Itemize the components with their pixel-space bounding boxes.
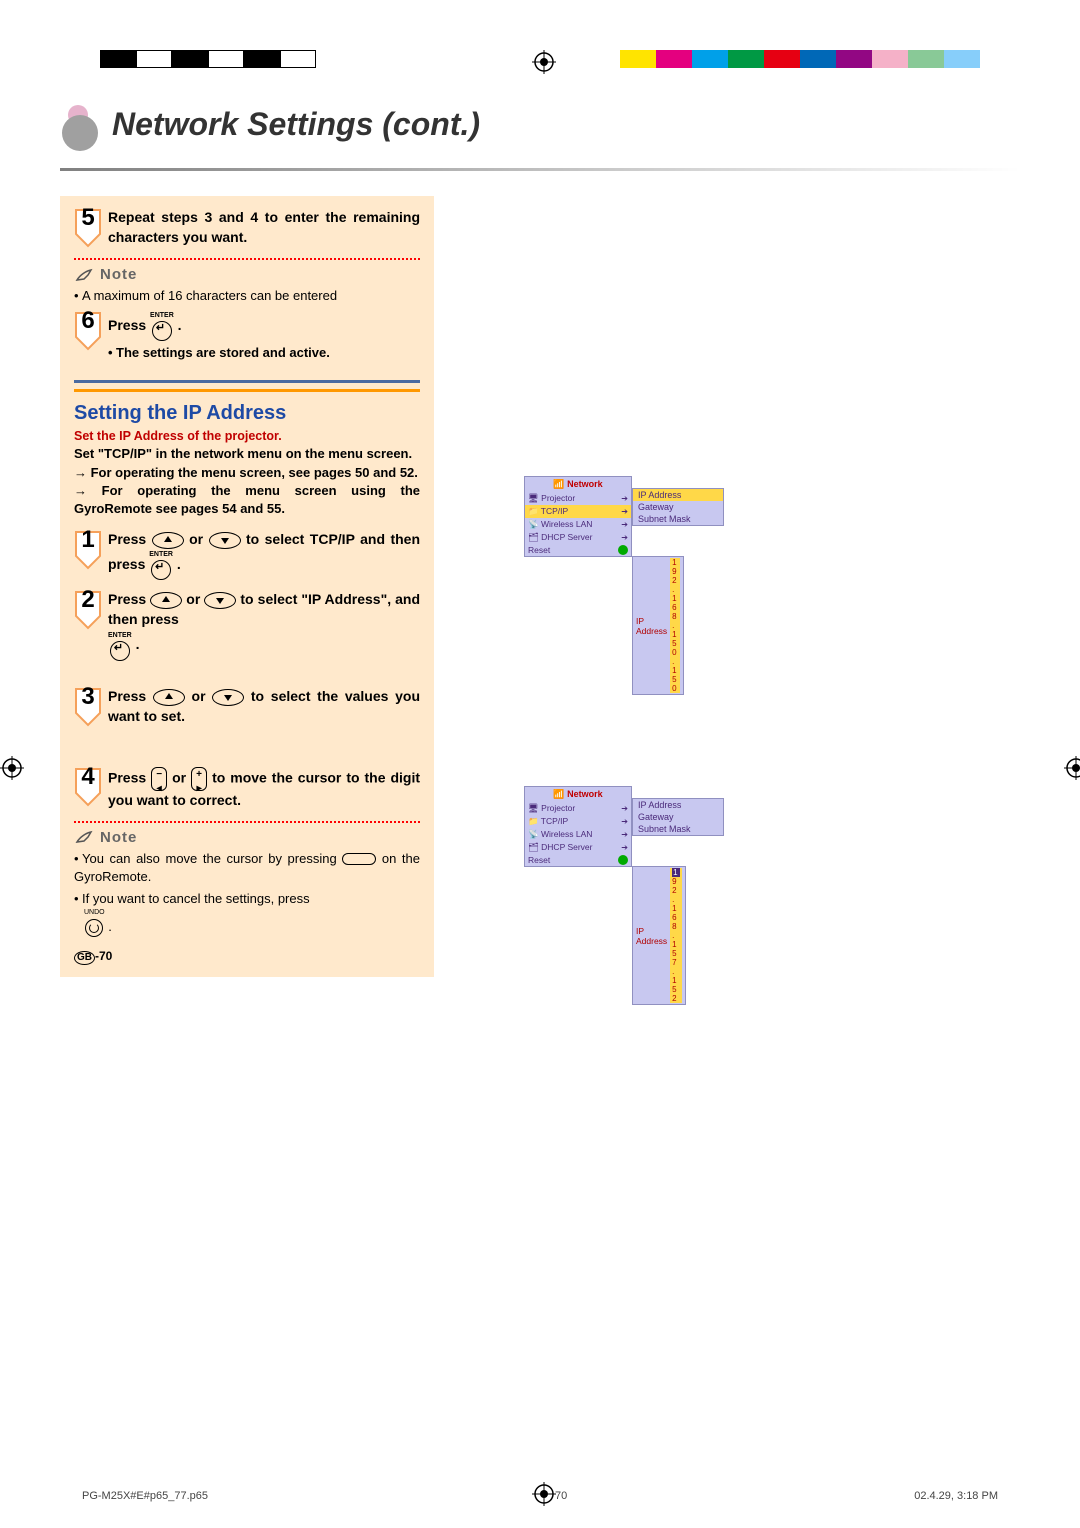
left-arrow-button-icon: −◂ — [151, 767, 167, 791]
footer-file: PG-M25X#E#p65_77.p65 — [82, 1490, 208, 1502]
gyro-volume-button-icon — [342, 853, 376, 865]
step-3-text: Press or to select the values you want t… — [108, 687, 420, 726]
note-4b: •If you want to cancel the settings, pre… — [74, 890, 420, 937]
step-marker-6: 6 — [74, 311, 102, 351]
language-badge: GB — [74, 951, 95, 965]
submenu-ip: IP Address — [633, 489, 723, 501]
section-heading: Setting the IP Address — [74, 402, 420, 425]
page-num-value: -70 — [95, 949, 112, 963]
submenu-gateway: Gateway — [633, 501, 723, 513]
menu-title: 📶 Network — [525, 477, 631, 492]
step-number: 5 — [74, 204, 102, 232]
separator-dots — [74, 258, 420, 260]
step-2-text: Press or to select "IP Address", and the… — [108, 590, 420, 661]
menu-item-projector: 🖥 Projector➔ — [525, 492, 631, 505]
menu-item-dhcp: 🗂 DHCP Server➔ — [525, 841, 631, 854]
step-6-text: Press ENTER . •The settings are stored a… — [108, 311, 330, 366]
submenu-subnet: Subnet Mask — [633, 513, 723, 525]
note-heading: Note — [74, 829, 420, 846]
section-divider-bar — [74, 380, 420, 392]
enter-button-icon — [110, 641, 130, 661]
osd-submenu-1: IP Address Gateway Subnet Mask — [632, 488, 724, 526]
dpad-up-icon — [152, 532, 184, 549]
menu-item-tcpip: 📁 TCP/IP➔ — [525, 815, 631, 828]
step-marker-4: 4 — [74, 767, 102, 807]
submenu-ip: IP Address — [633, 799, 723, 811]
bw-registration-bar — [100, 50, 316, 68]
osd-menu-2: 📶 Network 🖥 Projector➔ 📁 TCP/IP➔ 📡 Wirel… — [524, 786, 632, 867]
menu-item-wlan: 📡 Wireless LAN➔ — [525, 828, 631, 841]
page-title: Network Settings (cont.) — [112, 106, 480, 143]
step-marker-2: 2 — [74, 590, 102, 630]
step-6-press: Press — [108, 317, 150, 333]
undo-button-icon — [85, 919, 103, 937]
note-icon — [74, 267, 94, 283]
dpad-down-icon — [212, 689, 244, 706]
step-marker-1: 1 — [74, 530, 102, 570]
section-subheading: Set the IP Address of the projector. — [74, 429, 420, 443]
menu-item-tcpip: 📁 TCP/IP➔ — [525, 505, 631, 518]
title-ornament — [60, 100, 102, 148]
osd-menu-1: 📶 Network 🖥 Projector➔ 📁 TCP/IP➔ 📡 Wirel… — [524, 476, 632, 557]
dpad-down-icon — [209, 532, 241, 549]
osd-submenu-2: IP Address Gateway Subnet Mask — [632, 798, 724, 836]
note-heading: Note — [74, 266, 420, 283]
note-5-content: A maximum of 16 characters can be entere… — [82, 288, 337, 303]
menu-item-projector: 🖥 Projector➔ — [525, 802, 631, 815]
registration-target-left — [0, 756, 16, 772]
registration-target-right — [1064, 756, 1080, 772]
menu-item-dhcp: 🗂 DHCP Server➔ — [525, 531, 631, 544]
step-4-text: Press −◂ or +▸ to move the cursor to the… — [108, 767, 420, 811]
separator-dots — [74, 821, 420, 823]
note-5-text: •A maximum of 16 characters can be enter… — [74, 287, 420, 305]
registration-target-top — [532, 50, 548, 66]
menu-title: 📶 Network — [525, 787, 631, 802]
note-icon — [74, 829, 94, 845]
screenshot-column: 📶 Network 🖥 Projector➔ 📁 TCP/IP➔ 📡 Wirel… — [474, 196, 1020, 977]
footer-time: 02.4.29, 3:18 PM — [914, 1490, 998, 1502]
dpad-up-icon — [150, 592, 182, 609]
note-4a: •You can also move the cursor by pressin… — [74, 850, 420, 886]
right-arrow-button-icon: +▸ — [191, 767, 207, 791]
instruction-column: 5 Repeat steps 3 and 4 to enter the rema… — [60, 196, 434, 977]
enter-button-icon — [152, 321, 172, 341]
enter-button-icon — [151, 560, 171, 580]
step-1-text: Press or to select TCP/IP and then press… — [108, 530, 420, 580]
step-number: 6 — [74, 307, 102, 335]
submenu-subnet: Subnet Mask — [633, 823, 723, 835]
step-6-period: . — [178, 317, 182, 333]
step-6-subtext: The settings are stored and active. — [116, 345, 330, 360]
footer-row: PG-M25X#E#p65_77.p65 70 02.4.29, 3:18 PM — [82, 1490, 998, 1502]
ip-display-1: IP Address 1 9 2 . 1 6 8 . 1 5 0 . 1 5 0 — [632, 556, 684, 695]
title-underline — [60, 168, 1020, 171]
menu-item-reset: Reset — [525, 854, 631, 866]
note-label: Note — [100, 266, 137, 283]
page-number: GB-70 — [74, 949, 420, 965]
color-registration-bar — [620, 50, 980, 68]
enter-label: ENTER — [150, 311, 174, 321]
menu-item-reset: Reset — [525, 544, 631, 556]
ip-display-2: IP Address 1 9 2 . 1 6 8 . 1 5 7 . 1 5 2 — [632, 866, 686, 1005]
submenu-gateway: Gateway — [633, 811, 723, 823]
section-para-2b: → For operating the menu screen using th… — [74, 482, 420, 518]
step-5-text: Repeat steps 3 and 4 to enter the remain… — [108, 208, 420, 247]
note-label: Note — [100, 829, 137, 846]
section-para-2a: → For operating the menu screen, see pag… — [74, 464, 420, 482]
step-marker-5: 5 — [74, 208, 102, 248]
menu-item-wlan: 📡 Wireless LAN➔ — [525, 518, 631, 531]
section-para-1: Set "TCP/IP" in the network menu on the … — [74, 445, 420, 463]
dpad-down-icon — [204, 592, 236, 609]
dpad-up-icon — [153, 689, 185, 706]
step-marker-3: 3 — [74, 687, 102, 727]
footer-page: 70 — [555, 1490, 567, 1502]
